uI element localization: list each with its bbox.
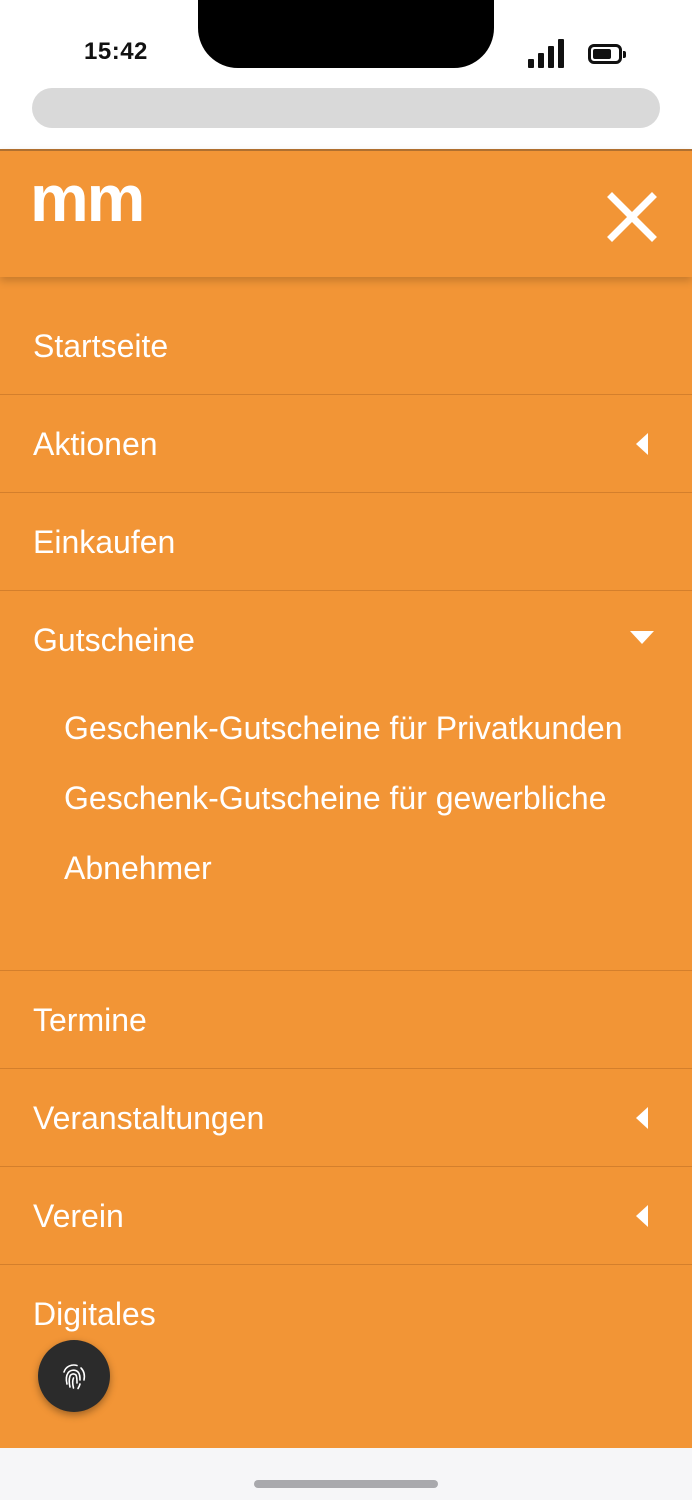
cellular-signal-icon xyxy=(528,38,564,68)
menu-item-verein[interactable]: Verein xyxy=(0,1167,692,1265)
site-logo[interactable]: mm xyxy=(30,165,145,231)
menu-item-veranstaltungen[interactable]: Veranstaltungen xyxy=(0,1069,692,1167)
status-bar: 15:42 xyxy=(0,0,692,88)
menu-item-termine[interactable]: Termine xyxy=(0,971,692,1069)
close-x-icon xyxy=(607,192,657,242)
menu-item-label: Einkaufen xyxy=(33,524,176,560)
menu-item-label: Startseite xyxy=(33,328,169,364)
submenu-item-gewerbliche-abnehmer[interactable]: Geschenk-Gutscheine für gewerbliche Abne… xyxy=(64,763,684,903)
navigation-menu: mm Startseite Aktionen Einkaufen Gutsche… xyxy=(0,149,692,1448)
caret-left-icon[interactable] xyxy=(634,1205,648,1227)
browser-bottom-bar xyxy=(0,1448,692,1500)
home-indicator[interactable] xyxy=(254,1480,438,1488)
caret-down-icon[interactable] xyxy=(630,631,654,645)
caret-left-icon[interactable] xyxy=(634,1107,648,1129)
fingerprint-icon xyxy=(63,1364,86,1390)
caret-left-icon[interactable] xyxy=(634,433,648,455)
menu-item-label: Termine xyxy=(33,1002,147,1038)
battery-icon xyxy=(588,44,626,64)
gutscheine-submenu: Geschenk-Gutscheine für Privatkunden Ges… xyxy=(64,693,684,903)
status-time: 15:42 xyxy=(84,38,148,65)
menu-item-label: Digitales xyxy=(33,1296,156,1332)
menu-item-aktionen[interactable]: Aktionen xyxy=(0,395,692,493)
device-notch xyxy=(198,0,494,68)
battery-level xyxy=(593,49,611,59)
url-bar[interactable] xyxy=(32,88,660,128)
submenu-item-privatkunden[interactable]: Geschenk-Gutscheine für Privatkunden xyxy=(64,693,684,763)
menu-item-label: Aktionen xyxy=(33,426,158,462)
menu-item-digitales[interactable]: Digitales xyxy=(0,1265,692,1363)
fingerprint-button[interactable] xyxy=(38,1340,110,1412)
menu-list: Startseite Aktionen Einkaufen Gutscheine… xyxy=(0,297,692,1363)
menu-item-label: Verein xyxy=(33,1198,124,1234)
menu-item-gutscheine[interactable]: Gutscheine Geschenk-Gutscheine für Priva… xyxy=(0,591,692,971)
menu-item-label: Veranstaltungen xyxy=(33,1100,265,1136)
menu-item-label: Gutscheine xyxy=(33,622,195,658)
menu-header: mm xyxy=(0,149,692,277)
menu-item-startseite[interactable]: Startseite xyxy=(0,297,692,395)
menu-item-einkaufen[interactable]: Einkaufen xyxy=(0,493,692,591)
close-menu-button[interactable] xyxy=(606,191,658,243)
